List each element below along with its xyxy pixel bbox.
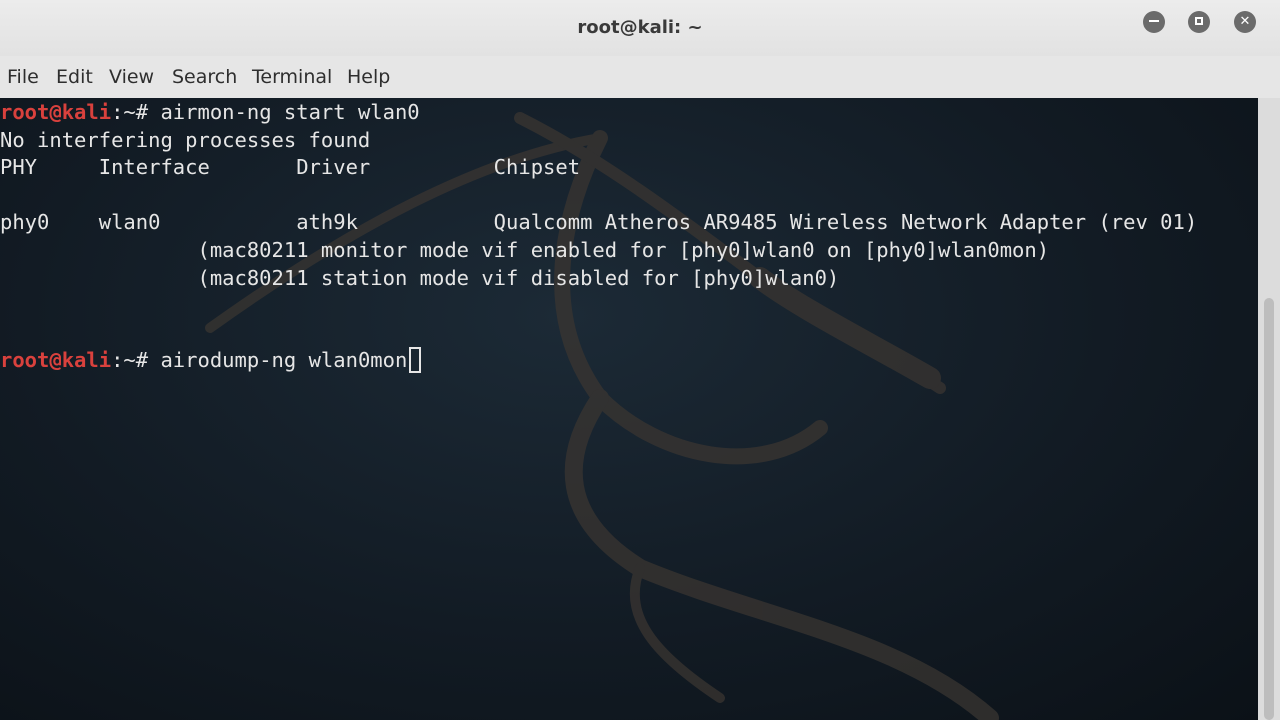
maximize-button[interactable]	[1188, 11, 1210, 33]
output-line: No interfering processes found	[0, 127, 371, 152]
menu-help[interactable]: Help	[347, 66, 390, 88]
terminal-window: root@kali: ~ ✕ File Edit View Search Ter…	[0, 0, 1280, 720]
output-line: phy0 wlan0 ath9k Qualcomm Atheros AR9485…	[0, 210, 1198, 235]
terminal-output[interactable]: root@kali:~# airmon-ng start wlan0 No int…	[0, 98, 1258, 720]
maximize-icon	[1195, 16, 1203, 25]
command-text: airmon-ng start wlan0	[160, 100, 420, 124]
title-bar[interactable]: root@kali: ~ ✕	[0, 0, 1280, 56]
prompt-suffix: :~#	[111, 348, 161, 373]
minimize-button[interactable]	[1143, 11, 1165, 33]
close-icon: ✕	[1239, 14, 1251, 29]
vertical-scrollbar[interactable]	[1258, 98, 1280, 720]
menu-terminal[interactable]: Terminal	[252, 66, 332, 88]
prompt-user: root@kali	[0, 348, 112, 373]
menu-bar: File Edit View Search Terminal Help	[0, 56, 1280, 98]
menu-edit[interactable]: Edit	[56, 66, 93, 88]
prompt-line: root@kali:~# airmon-ng start wlan0	[0, 98, 420, 126]
menu-search[interactable]: Search	[172, 66, 237, 88]
kali-dragon-watermark	[205, 112, 999, 720]
menu-view[interactable]: View	[109, 66, 154, 88]
output-line: (mac80211 monitor mode vif enabled for […	[0, 238, 1050, 262]
command-text: airodump-ng wlan0mon	[160, 348, 408, 373]
output-line: (mac80211 station mode vif disabled for …	[0, 265, 840, 290]
prompt-line: root@kali:~# airodump-ng wlan0mon	[0, 346, 422, 374]
window-title: root@kali: ~	[577, 17, 703, 38]
scrollbar-thumb[interactable]	[1264, 298, 1274, 720]
minimize-icon	[1149, 19, 1159, 22]
close-button[interactable]: ✕	[1234, 11, 1256, 33]
prompt-suffix: :~#	[111, 100, 161, 124]
text-cursor	[409, 347, 422, 374]
output-line: PHY Interface Driver Chipset	[0, 155, 581, 180]
menu-file[interactable]: File	[7, 66, 39, 88]
prompt-user: root@kali	[0, 100, 112, 124]
